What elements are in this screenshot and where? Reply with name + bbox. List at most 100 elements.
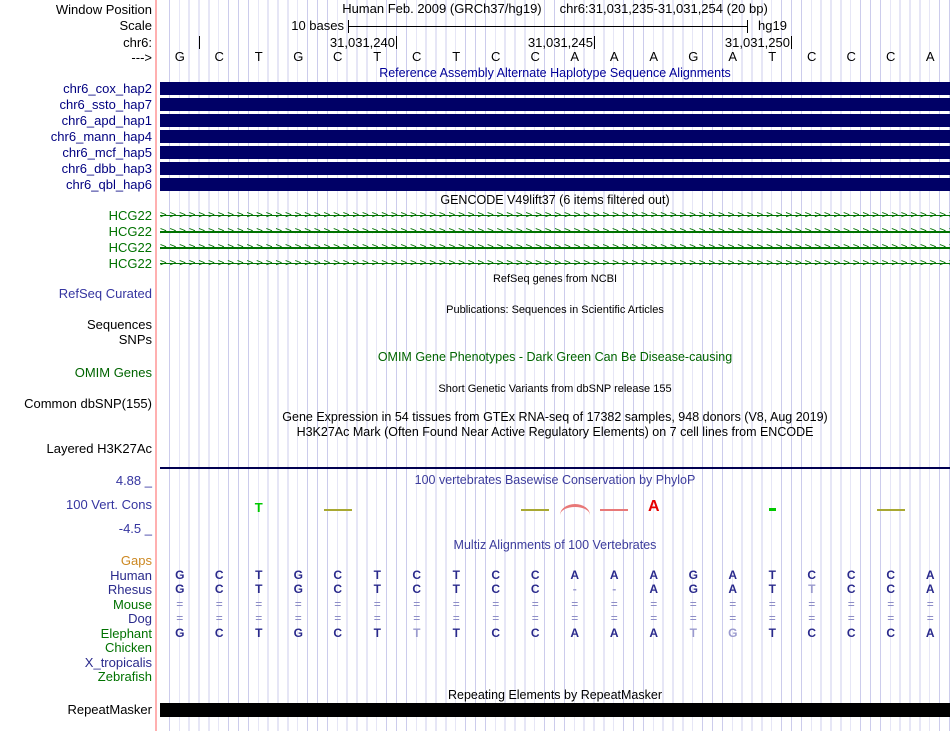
track-title-h3k27ac[interactable]: H3K27Ac Mark (Often Found Near Active Re… [160,426,950,439]
alignment-base: A [609,626,619,640]
track-title-gencode[interactable]: GENCODE V49lift37 (6 items filtered out) [160,194,950,207]
phylop-axis-max: 4.88 _ [115,473,152,488]
species-label-Zebrafish[interactable]: Zebrafish [98,670,152,683]
haplotype-alignment-bar-chr6_apd_hap1[interactable] [160,114,950,127]
alignment-base: A [649,582,659,596]
track-label-common-dbsnp[interactable]: Common dbSNP(155) [24,397,152,410]
haplotype-alignment-bar-chr6_qbl_hap6[interactable] [160,178,950,191]
track-title-publications[interactable]: Publications: Sequences in Scientific Ar… [160,304,950,317]
gene-transcript-line[interactable]: >>>>>>>>>>>>>>>>>>>>>>>>>>>>>>>>>>>>>>>>… [160,241,950,253]
base-letter: T [373,49,382,64]
track-title-multiz[interactable]: Multiz Alignments of 100 Vertebrates [160,539,950,552]
alignment-row-Rhesus[interactable]: GCTGCTCTCC--AGATTCCA [160,582,950,596]
track-label-repeatmasker[interactable]: RepeatMasker [67,703,152,716]
haplotype-alignment-bar-chr6_mcf_hap5[interactable] [160,146,950,159]
repeatmasker-element-bar[interactable] [160,703,950,717]
species-label-Human[interactable]: Human [110,569,152,582]
alignment-base: C [846,626,856,640]
alignment-base: = [926,611,934,625]
base-letter: T [254,49,263,64]
species-label-Dog[interactable]: Dog [128,612,152,625]
alignment-row-Elephant[interactable]: GCTGCTTTCCAAATGTCCCA [160,626,950,640]
haplotype-alignment-bar-chr6_dbb_hap3[interactable] [160,162,950,175]
track-title-dbsnp[interactable]: Short Genetic Variants from dbSNP releas… [160,383,950,396]
genome-build-label: hg19 [758,18,787,33]
alignment-base: T [452,626,460,640]
track-label-chr6_apd_hap1[interactable]: chr6_apd_hap1 [62,114,152,127]
track-title-gtex[interactable]: Gene Expression in 54 tissues from GTEx … [160,411,950,424]
alignment-base: = [531,597,539,611]
track-label-snps[interactable]: SNPs [119,333,152,346]
alignment-base: C [491,582,501,596]
base-letter: A [649,49,659,64]
base-sequence-row: GCTGCTCTCCAAAGATCCCA [160,50,950,64]
alignment-base: = [887,611,895,625]
alignment-base: T [373,582,381,596]
phylop-mark-dash [323,509,352,511]
species-label-Chicken[interactable]: Chicken [105,641,152,654]
species-label-Mouse[interactable]: Mouse [113,598,152,611]
species-label-Rhesus[interactable]: Rhesus [108,583,152,596]
alignment-base: G [688,568,698,582]
track-label-chr6_ssto_hap7[interactable]: chr6_ssto_hap7 [59,98,152,111]
alignment-base: G [175,626,185,640]
alignment-base: C [214,568,224,582]
track-label-layered-h3k27ac[interactable]: Layered H3K27Ac [46,442,152,455]
alignment-row-Mouse[interactable]: = = = = = = = = = = = = = = = = = = = = [160,597,950,611]
gene-label-HCG22[interactable]: HCG22 [109,257,152,270]
haplotype-alignment-bar-chr6_ssto_hap7[interactable] [160,98,950,111]
track-label-sequences[interactable]: Sequences [87,318,152,331]
alignment-base: T [768,626,776,640]
track-label-chr6_cox_hap2[interactable]: chr6_cox_hap2 [63,82,152,95]
gene-transcript-line[interactable]: >>>>>>>>>>>>>>>>>>>>>>>>>>>>>>>>>>>>>>>>… [160,257,950,269]
alignment-base: = [176,611,184,625]
base-letter: C [214,49,224,64]
base-letter: C [333,49,343,64]
track-title-repeatmasker[interactable]: Repeating Elements by RepeatMasker [160,689,950,702]
track-label-chr6_qbl_hap6[interactable]: chr6_qbl_hap6 [66,178,152,191]
track-label-chr6_mann_hap4[interactable]: chr6_mann_hap4 [51,130,152,143]
species-label-X_tropicalis[interactable]: X_tropicalis [85,656,152,669]
track-label-chr6_mcf_hap5[interactable]: chr6_mcf_hap5 [62,146,152,159]
haplotype-alignment-bar-chr6_mann_hap4[interactable] [160,130,950,143]
gene-label-HCG22[interactable]: HCG22 [109,241,152,254]
gene-transcript-line[interactable]: >>>>>>>>>>>>>>>>>>>>>>>>>>>>>>>>>>>>>>>>… [160,225,950,237]
alignment-base: T [768,582,776,596]
ruler-position-label: 31,031,250 [724,35,790,50]
alignment-base: G [728,626,738,640]
track-title-omim[interactable]: OMIM Gene Phenotypes - Dark Green Can Be… [160,351,950,364]
window-position-label: Window Position [55,2,152,17]
alignment-base: A [570,626,580,640]
alignment-base: = [650,597,658,611]
track-title-refseq[interactable]: RefSeq genes from NCBI [160,273,950,286]
alignment-base: = [492,597,500,611]
alignment-base: = [926,597,934,611]
base-letter: T [452,49,461,64]
alignment-row-Human[interactable]: GCTGCTCTCCAAAGATCCCA [160,568,950,582]
species-label-Elephant[interactable]: Elephant [101,627,152,640]
alignment-base: A [649,626,659,640]
gene-label-HCG22[interactable]: HCG22 [109,209,152,222]
track-label-omim-genes[interactable]: OMIM Genes [75,366,152,379]
base-letter: A [570,49,580,64]
alignment-base: C [807,568,817,582]
phylop-mark-tick [769,508,777,511]
track-label-100-vert-cons[interactable]: 100 Vert. Cons [66,498,152,511]
base-letter: A [925,49,935,64]
alignment-base: T [808,582,816,596]
haplotype-alignment-bar-chr6_cox_hap2[interactable] [160,82,950,95]
track-title-haplotypes[interactable]: Reference Assembly Alternate Haplotype S… [160,67,950,80]
alignment-row-Dog[interactable]: = = = = = = = = = = = = = = = = = = = = [160,611,950,625]
alignment-base: T [255,626,263,640]
gene-label-HCG22[interactable]: HCG22 [109,225,152,238]
gene-transcript-line[interactable]: >>>>>>>>>>>>>>>>>>>>>>>>>>>>>>>>>>>>>>>>… [160,209,950,221]
track-title-phylop[interactable]: 100 vertebrates Basewise Conservation by… [160,474,950,487]
track-label-chr6_dbb_hap3[interactable]: chr6_dbb_hap3 [62,162,152,175]
track-label-refseq-curated[interactable]: RefSeq Curated [59,287,152,300]
base-letter: G [293,49,304,64]
alignment-base: = [610,611,618,625]
phylop-mark-dash [600,509,629,511]
alignment-base: C [491,626,501,640]
alignment-base: - [572,582,577,596]
species-label-Gaps[interactable]: Gaps [121,554,152,567]
